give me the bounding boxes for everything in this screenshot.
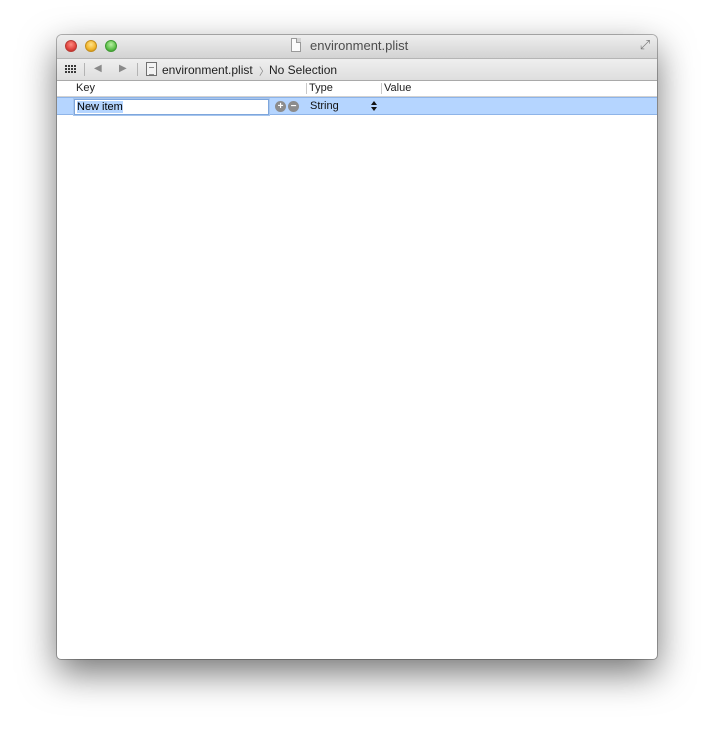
window-title: environment.plist — [310, 38, 409, 53]
type-value[interactable]: String — [310, 100, 339, 112]
key-edit-field[interactable]: New item — [74, 99, 269, 115]
column-header-key[interactable]: Key — [76, 82, 95, 94]
type-stepper-icon[interactable] — [370, 99, 378, 113]
jumpbar-separator — [137, 63, 138, 76]
document-proxy-icon[interactable] — [291, 38, 301, 52]
column-divider[interactable] — [381, 83, 382, 94]
breadcrumb-chevron-icon: 〉 — [259, 67, 269, 78]
fullscreen-icon[interactable]: ⤢ — [638, 38, 652, 52]
column-header-value[interactable]: Value — [384, 82, 411, 94]
forward-arrow-icon[interactable]: ▶ — [119, 62, 127, 76]
remove-row-icon[interactable]: − — [288, 101, 299, 112]
close-button[interactable] — [65, 40, 77, 52]
grid-icon[interactable] — [65, 65, 76, 74]
jumpbar-separator — [84, 63, 85, 76]
title-bar[interactable]: environment.plist ⤢ — [57, 35, 657, 59]
key-value-text: New item — [77, 101, 123, 113]
jump-bar: ◀ ▶ environment.plist 〉 No Selection — [57, 59, 657, 81]
column-header-type[interactable]: Type — [309, 82, 333, 94]
minimize-button[interactable] — [85, 40, 97, 52]
column-divider[interactable] — [306, 83, 307, 94]
table-row[interactable]: New item + − String — [57, 97, 657, 115]
back-arrow-icon[interactable]: ◀ — [94, 62, 102, 76]
column-header-row: Key Type Value — [57, 81, 657, 97]
plist-editor-window: environment.plist ⤢ ◀ ▶ environment.plis… — [57, 35, 657, 659]
zoom-button[interactable] — [105, 40, 117, 52]
add-row-icon[interactable]: + — [275, 101, 286, 112]
breadcrumb-file[interactable]: environment.plist — [162, 63, 253, 77]
breadcrumb-selection[interactable]: No Selection — [269, 63, 337, 77]
plist-file-icon — [146, 62, 157, 76]
